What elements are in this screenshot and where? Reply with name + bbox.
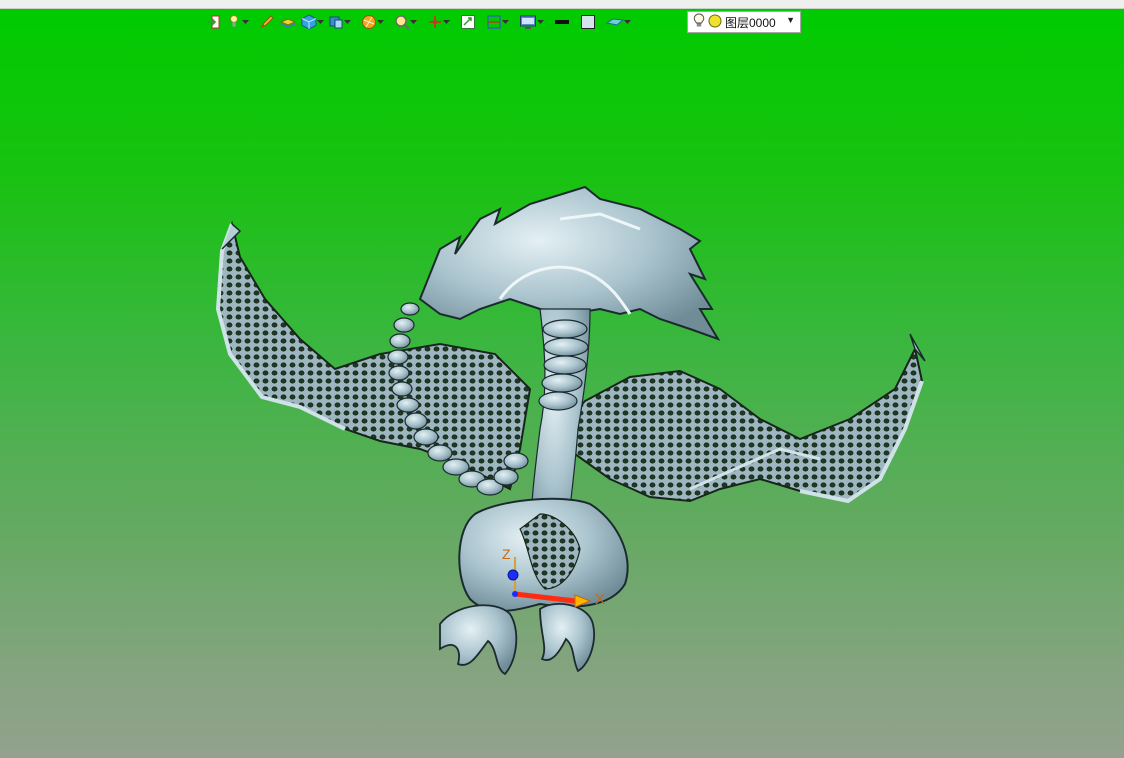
layer-plane-icon: [606, 14, 624, 30]
chevron-down-icon[interactable]: [502, 11, 509, 33]
view-toolbar: [204, 11, 633, 33]
z-axis-label: Z: [502, 546, 511, 562]
right-wing: [558, 333, 926, 504]
zoom-magnifier-icon: [394, 14, 410, 30]
shading-ball-icon: [361, 14, 377, 30]
chevron-down-icon[interactable]: [344, 11, 351, 33]
layer-select[interactable]: 图层0000 ▼: [687, 11, 801, 33]
light-pin-button[interactable]: [224, 11, 251, 33]
chevron-down-icon[interactable]: [410, 11, 417, 33]
cube-icon: [301, 14, 317, 30]
exit-sketch-button[interactable]: [204, 11, 224, 33]
pencil-icon: [259, 14, 275, 30]
3d-viewport[interactable]: X Z 图层0000 ▼: [0, 9, 1124, 758]
layer-plane-button[interactable]: [604, 11, 633, 33]
dragon-model[interactable]: [0, 9, 1124, 758]
chevron-down-icon[interactable]: ▼: [786, 15, 795, 25]
fit-view-button[interactable]: [458, 11, 478, 33]
shading-button[interactable]: [359, 11, 386, 33]
sketch-button[interactable]: [257, 11, 277, 33]
dragon-claws: [439, 602, 595, 676]
solid-button[interactable]: [299, 11, 326, 33]
display-settings-button[interactable]: [517, 11, 546, 33]
chevron-down-icon[interactable]: [242, 11, 249, 33]
view-cube-icon: [328, 14, 344, 30]
axis-triad-icon: [427, 14, 443, 30]
x-axis-label: X: [595, 591, 606, 608]
light-bulb-pin-icon: [226, 14, 242, 30]
chevron-down-icon[interactable]: [377, 11, 384, 33]
line-color-button[interactable]: [552, 11, 572, 33]
chevron-down-icon[interactable]: [537, 11, 544, 33]
exit-sketch-icon: [206, 14, 222, 30]
layer-name: 图层0000: [725, 15, 776, 30]
layer-status-dot-icon[interactable]: [708, 14, 722, 31]
section-view-button[interactable]: [484, 11, 511, 33]
chevron-down-icon[interactable]: [624, 11, 631, 33]
fill-color-swatch-icon: [580, 14, 596, 30]
display-monitor-icon: [519, 14, 537, 30]
fill-color-button[interactable]: [578, 11, 598, 33]
line-color-swatch-icon: [554, 14, 570, 30]
chevron-down-icon[interactable]: [317, 11, 324, 33]
light-bulb-icon[interactable]: [693, 13, 705, 31]
zoom-button[interactable]: [392, 11, 419, 33]
triad-button[interactable]: [425, 11, 452, 33]
title-strip: [0, 0, 1124, 9]
chevron-down-icon[interactable]: [443, 11, 450, 33]
fit-view-icon: [460, 14, 476, 30]
layer-stack-icon: [279, 14, 297, 30]
view-orientation-button[interactable]: [326, 11, 353, 33]
layers-button[interactable]: [277, 11, 299, 33]
section-view-icon: [486, 14, 502, 30]
